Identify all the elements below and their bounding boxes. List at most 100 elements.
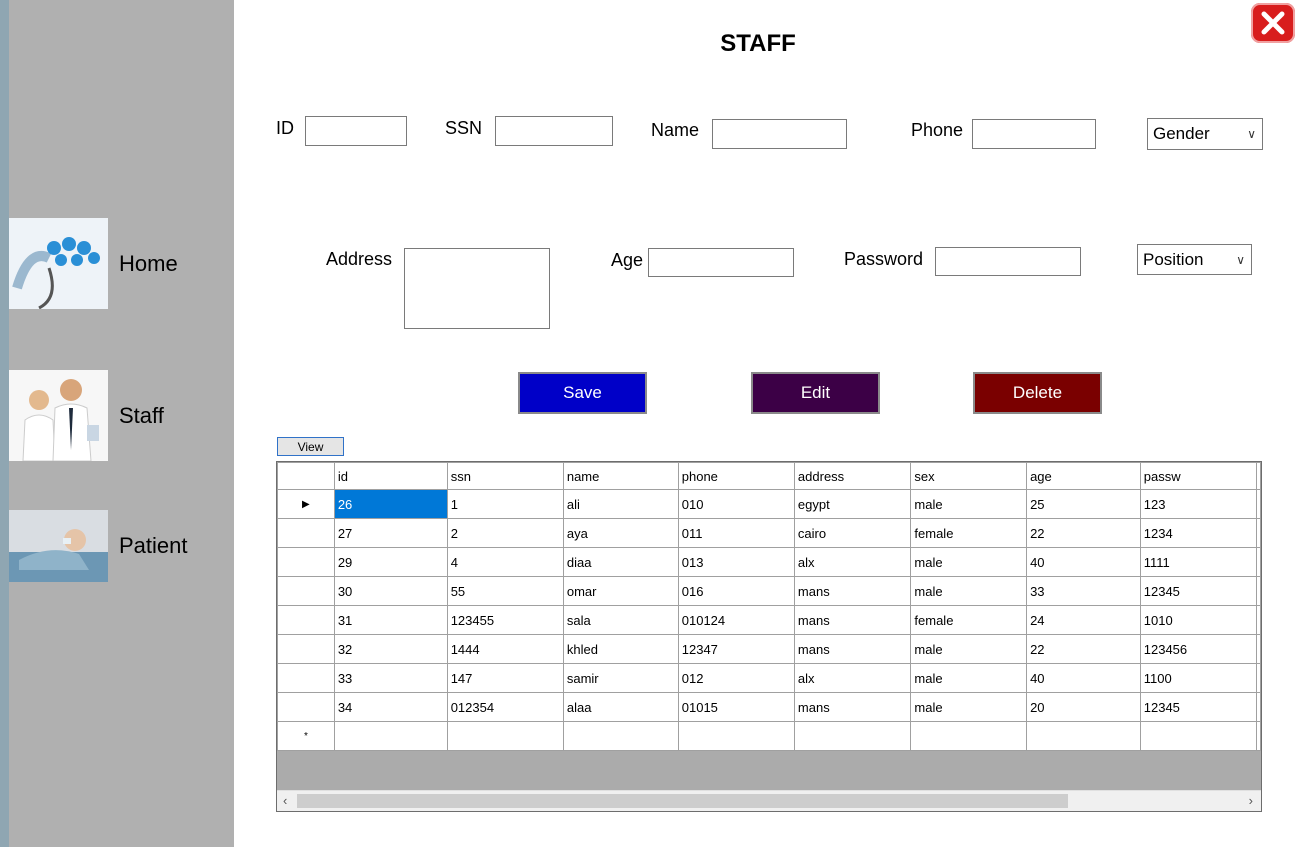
table-cell[interactable]: male: [910, 634, 1028, 664]
table-cell[interactable]: 4: [446, 547, 564, 577]
table-cell[interactable]: 27: [333, 518, 448, 548]
table-cell[interactable]: 12345: [1139, 576, 1258, 606]
table-row[interactable]: 34 012354 alaa 01015 mans male 20 12345: [277, 692, 1261, 722]
table-cell[interactable]: alx: [793, 663, 912, 693]
table-cell[interactable]: male: [910, 692, 1028, 722]
row-header[interactable]: ▶: [277, 489, 335, 519]
position-select[interactable]: Position ∨: [1137, 244, 1252, 275]
table-cell[interactable]: male: [910, 663, 1028, 693]
table-cell[interactable]: egypt: [793, 489, 912, 519]
table-cell[interactable]: male: [910, 576, 1028, 606]
table-cell[interactable]: 1010: [1139, 605, 1258, 635]
sidebar-item-staff[interactable]: Staff: [9, 370, 164, 461]
id-field[interactable]: [305, 116, 407, 146]
table-cell[interactable]: 011: [677, 518, 795, 548]
gender-select[interactable]: Gender ∨: [1147, 118, 1263, 150]
table-cell[interactable]: 1234: [1139, 518, 1258, 548]
new-row-cell[interactable]: [333, 721, 448, 751]
ssn-field[interactable]: [495, 116, 613, 146]
phone-field[interactable]: [972, 119, 1096, 149]
table-cell[interactable]: 010124: [677, 605, 795, 635]
password-field[interactable]: [935, 247, 1081, 276]
table-cell[interactable]: 12347: [677, 634, 795, 664]
table-cell[interactable]: 34: [333, 692, 448, 722]
table-cell[interactable]: alx: [793, 547, 912, 577]
row-header[interactable]: [277, 634, 335, 664]
table-row[interactable]: ▶ 26 1 ali 010 egypt male 25 123: [277, 489, 1261, 519]
table-cell[interactable]: 010: [677, 489, 795, 519]
scrollbar-thumb[interactable]: [297, 794, 1068, 808]
column-header[interactable]: phone: [677, 462, 795, 490]
table-cell[interactable]: 12345: [1139, 692, 1258, 722]
table-cell[interactable]: 123456: [1139, 634, 1258, 664]
table-cell[interactable]: 013: [677, 547, 795, 577]
table-row[interactable]: 31 123455 sala 010124 mans female 24 1010: [277, 605, 1261, 635]
table-cell[interactable]: 30: [333, 576, 448, 606]
table-cell[interactable]: 40: [1026, 547, 1141, 577]
row-header[interactable]: [277, 576, 335, 606]
table-cell[interactable]: mans: [793, 692, 912, 722]
delete-button[interactable]: Delete: [973, 372, 1102, 414]
column-header[interactable]: ssn: [446, 462, 564, 490]
new-row[interactable]: *: [277, 721, 1261, 751]
table-cell[interactable]: 55: [446, 576, 564, 606]
table-cell[interactable]: 012: [677, 663, 795, 693]
new-row-cell[interactable]: [446, 721, 564, 751]
table-cell[interactable]: 22: [1026, 634, 1141, 664]
table-cell[interactable]: mans: [793, 605, 912, 635]
table-cell[interactable]: 24: [1026, 605, 1141, 635]
new-row-cell[interactable]: [562, 721, 679, 751]
table-row[interactable]: 30 55 omar 016 mans male 33 12345: [277, 576, 1261, 606]
table-cell[interactable]: 22: [1026, 518, 1141, 548]
new-row-header[interactable]: *: [277, 721, 335, 751]
scroll-right-icon[interactable]: ›: [1249, 793, 1253, 808]
table-cell[interactable]: 32: [333, 634, 448, 664]
column-header[interactable]: name: [562, 462, 679, 490]
table-cell[interactable]: mans: [793, 634, 912, 664]
table-cell[interactable]: male: [910, 547, 1028, 577]
table-cell[interactable]: mans: [793, 576, 912, 606]
table-cell[interactable]: 31: [333, 605, 448, 635]
table-cell[interactable]: female: [910, 605, 1028, 635]
table-cell[interactable]: female: [910, 518, 1028, 548]
sidebar-item-home[interactable]: Home: [9, 218, 178, 309]
table-cell[interactable]: 20: [1026, 692, 1141, 722]
table-row[interactable]: 29 4 diaa 013 alx male 40 1111: [277, 547, 1261, 577]
table-cell[interactable]: diaa: [562, 547, 679, 577]
table-cell[interactable]: 2: [446, 518, 564, 548]
row-header[interactable]: [277, 605, 335, 635]
table-cell[interactable]: 26: [333, 489, 448, 519]
table-cell[interactable]: khled: [562, 634, 679, 664]
table-cell[interactable]: 1111: [1139, 547, 1258, 577]
table-cell[interactable]: 016: [677, 576, 795, 606]
table-cell[interactable]: 33: [333, 663, 448, 693]
new-row-cell[interactable]: [1256, 721, 1261, 751]
table-cell[interactable]: aya: [562, 518, 679, 548]
table-cell[interactable]: 29: [333, 547, 448, 577]
table-row[interactable]: 27 2 aya 011 cairo female 22 1234: [277, 518, 1261, 548]
table-cell[interactable]: 1100: [1139, 663, 1258, 693]
table-cell[interactable]: 01015: [677, 692, 795, 722]
row-header[interactable]: [277, 692, 335, 722]
new-row-cell[interactable]: [677, 721, 795, 751]
scroll-left-icon[interactable]: ‹: [283, 793, 287, 808]
row-header[interactable]: [277, 663, 335, 693]
table-cell[interactable]: 25: [1026, 489, 1141, 519]
row-header[interactable]: [277, 518, 335, 548]
table-cell[interactable]: 33: [1026, 576, 1141, 606]
table-row[interactable]: 32 1444 khled 12347 mans male 22 123456: [277, 634, 1261, 664]
table-row[interactable]: 33 147 samir 012 alx male 40 1100: [277, 663, 1261, 693]
new-row-cell[interactable]: [1139, 721, 1258, 751]
table-cell[interactable]: 1: [446, 489, 564, 519]
table-cell[interactable]: male: [910, 489, 1028, 519]
new-row-cell[interactable]: [1026, 721, 1141, 751]
sidebar-item-patient[interactable]: Patient: [9, 510, 188, 582]
column-header[interactable]: age: [1026, 462, 1141, 490]
row-header[interactable]: [277, 547, 335, 577]
table-cell[interactable]: 147: [446, 663, 564, 693]
view-button[interactable]: View: [277, 437, 344, 456]
new-row-cell[interactable]: [910, 721, 1028, 751]
column-header[interactable]: id: [333, 462, 448, 490]
table-cell[interactable]: 012354: [446, 692, 564, 722]
table-cell[interactable]: 123: [1139, 489, 1258, 519]
